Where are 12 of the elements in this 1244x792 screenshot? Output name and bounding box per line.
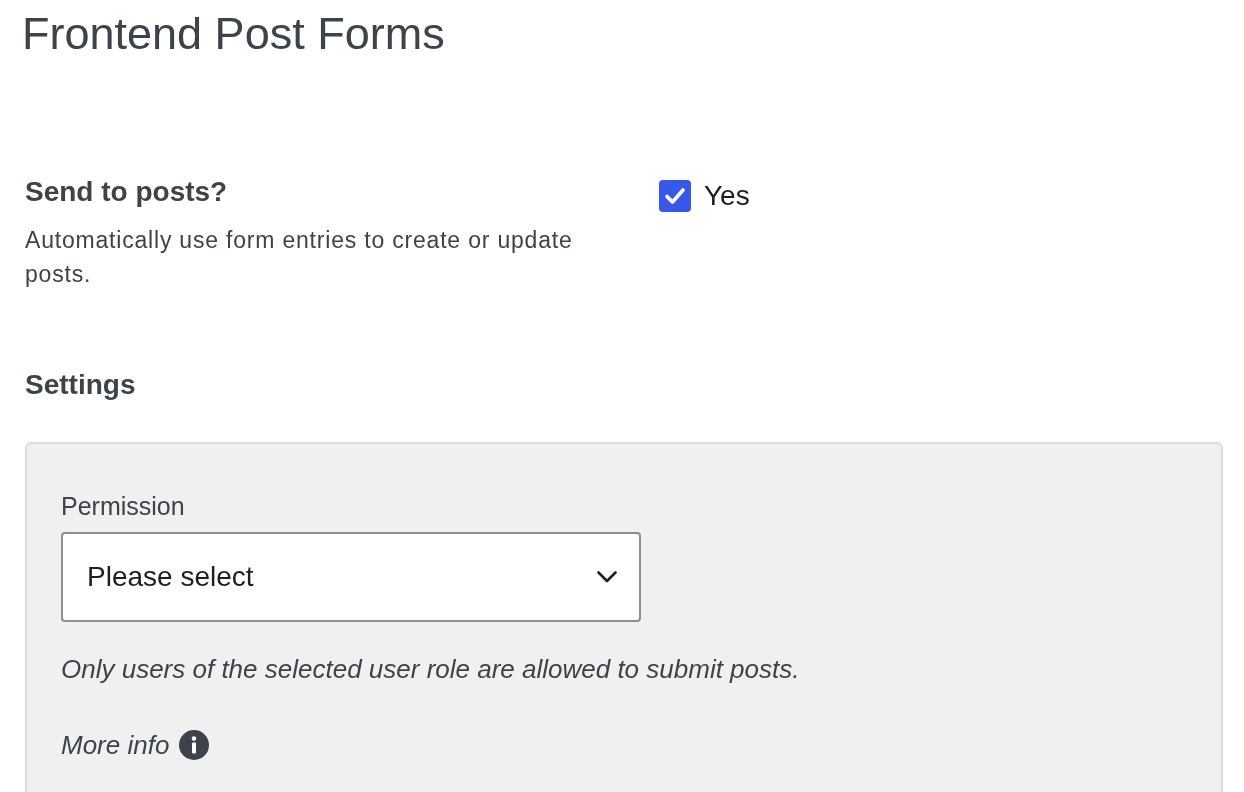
checkbox-label[interactable]: Yes bbox=[704, 180, 750, 212]
option-label: Send to posts? bbox=[25, 176, 229, 207]
info-icon[interactable] bbox=[179, 730, 210, 760]
field-label: Permission bbox=[61, 491, 186, 522]
chevron-down-icon bbox=[597, 571, 617, 583]
permission-dropdown[interactable]: Please select bbox=[61, 532, 641, 622]
checkbox[interactable] bbox=[659, 180, 691, 212]
section-heading: Settings bbox=[25, 369, 137, 400]
help-text: Only users of the selected user role are allowed to submit posts. bbox=[61, 653, 801, 685]
option-description: Automatically use form entries to create or update posts. bbox=[25, 226, 574, 289]
page-title: Frontend Post Forms bbox=[22, 8, 446, 60]
more-info-link[interactable]: More info bbox=[61, 729, 170, 761]
